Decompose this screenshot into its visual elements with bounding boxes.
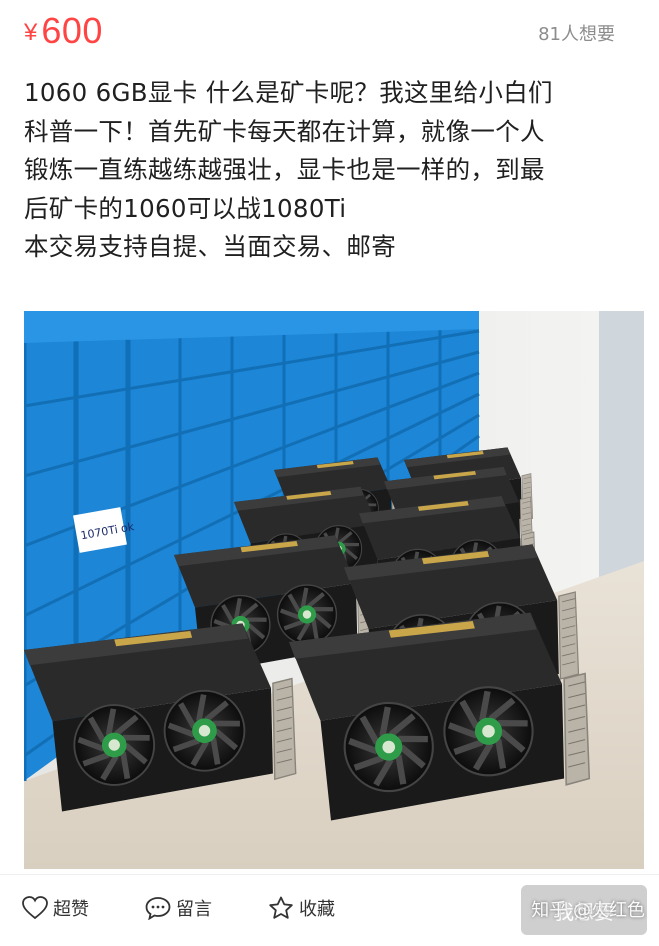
gpu-rows-photo: 1070Ti ok bbox=[24, 311, 644, 869]
price-value: 600 bbox=[41, 10, 103, 51]
description-line: 本交易支持自提、当面交易、邮寄 bbox=[24, 228, 644, 267]
listing-description: 1060 6GB显卡 什么是矿卡呢？我这里给小白们 科普一下！首先矿卡每天都在计… bbox=[24, 74, 644, 267]
description-line: 后矿卡的1060可以战1080Ti bbox=[24, 190, 644, 229]
like-button[interactable]: 超赞 bbox=[22, 895, 89, 921]
bottom-action-bar: 超赞 留言 收藏 我想要 bbox=[0, 874, 659, 946]
description-line: 1060 6GB显卡 什么是矿卡呢？我这里给小白们 bbox=[24, 74, 644, 113]
listing-photo[interactable]: 1070Ti ok bbox=[24, 311, 644, 869]
description-line: 锻炼一直练越练越强壮，显卡也是一样的，到最 bbox=[24, 151, 644, 190]
favorite-button[interactable]: 收藏 bbox=[268, 895, 335, 921]
heart-icon bbox=[22, 896, 48, 920]
favorite-label: 收藏 bbox=[299, 895, 335, 921]
like-label: 超赞 bbox=[53, 895, 89, 921]
want-button[interactable]: 我想要 bbox=[521, 885, 647, 935]
comment-button[interactable]: 留言 bbox=[145, 895, 212, 921]
speech-bubble-icon bbox=[145, 896, 171, 920]
currency-symbol: ¥ bbox=[24, 19, 37, 46]
description-line: 科普一下！首先矿卡每天都在计算，就像一个人 bbox=[24, 113, 644, 152]
want-count: 81人想要 bbox=[538, 20, 615, 46]
comment-label: 留言 bbox=[176, 895, 212, 921]
price: ¥600 bbox=[24, 10, 103, 52]
star-icon bbox=[268, 896, 294, 920]
